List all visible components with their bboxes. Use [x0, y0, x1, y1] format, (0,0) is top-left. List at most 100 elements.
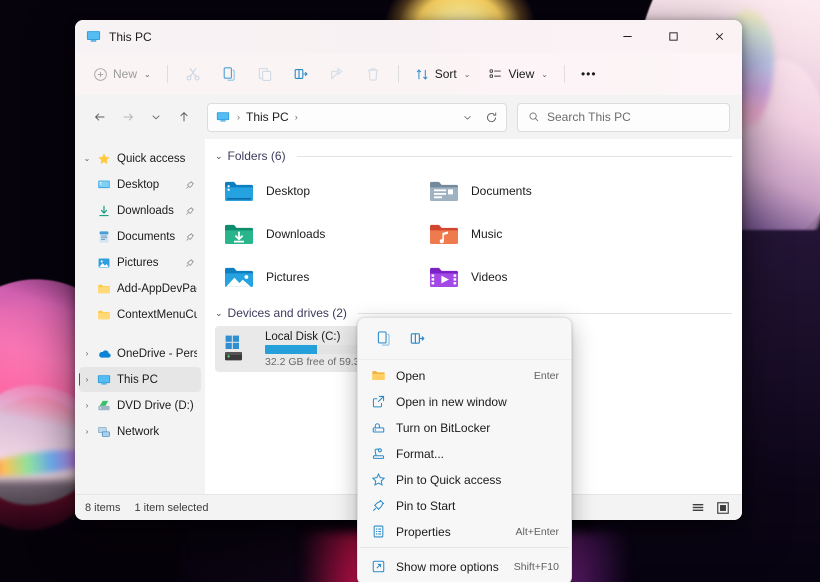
sidebar-item-dvd-drive[interactable]: › DVD Drive (D:) CCCOMA_ — [79, 393, 201, 418]
sidebar-item-add-appdevpackage[interactable]: Add-AppDevPackage — [79, 276, 201, 301]
search-box[interactable]: Search This PC — [517, 103, 730, 132]
chevron-down-icon[interactable]: ⌄ — [215, 308, 223, 319]
sidebar-item-desktop[interactable]: Desktop — [79, 172, 201, 197]
address-bar[interactable]: › This PC › — [207, 103, 507, 132]
context-menu-item-label: Open in new window — [396, 395, 507, 409]
desktop-folder-icon — [223, 175, 255, 207]
cut-button[interactable] — [176, 59, 210, 89]
maximize-button[interactable] — [650, 20, 696, 53]
context-menu-item-label: Pin to Start — [396, 499, 455, 513]
share-button[interactable] — [320, 59, 354, 89]
context-menu-icon-bar — [358, 318, 571, 360]
bitlocker-lock-icon — [370, 420, 386, 435]
pin-icon[interactable] — [185, 232, 197, 242]
delete-button[interactable] — [356, 59, 390, 89]
title-bar[interactable]: This PC — [75, 20, 742, 53]
rename-button[interactable] — [284, 59, 318, 89]
sidebar-item-label: Add-AppDevPackage — [117, 283, 197, 295]
chevron-right-icon[interactable]: › — [79, 349, 95, 358]
onedrive-icon — [95, 346, 113, 361]
context-menu-item-open-in-new-window[interactable]: Open in new window — [361, 389, 568, 414]
folder-tile[interactable]: Documents — [420, 169, 625, 212]
copy-button[interactable] — [368, 324, 398, 354]
folder-tile[interactable]: Downloads — [215, 212, 420, 255]
copy-icon — [375, 330, 392, 347]
recent-locations-button[interactable] — [143, 103, 169, 131]
sidebar-item-label: Network — [117, 426, 159, 438]
paste-button[interactable] — [248, 59, 282, 89]
ellipsis-icon: ••• — [581, 67, 597, 81]
details-view-icon[interactable] — [689, 499, 707, 517]
chevron-right-icon[interactable]: › — [79, 401, 95, 410]
context-menu-item-show-more-options[interactable]: Show more options Shift+F10 — [361, 554, 568, 579]
folders-grid: Desktop Documents — [215, 169, 742, 298]
context-menu-item-properties[interactable]: Properties Alt+Enter — [361, 519, 568, 544]
context-menu-item-label: Pin to Quick access — [396, 473, 501, 487]
search-icon — [528, 111, 540, 123]
sidebar-item-contextmenucustomizer[interactable]: ContextMenuCustomizer — [79, 302, 201, 327]
pin-icon[interactable] — [185, 206, 197, 216]
documents-folder-icon — [428, 175, 460, 207]
folder-tile[interactable]: Videos — [420, 255, 625, 298]
this-pc-monitor-icon — [216, 110, 230, 124]
item-count-label: 8 items — [85, 502, 120, 514]
open-folder-icon — [370, 368, 386, 383]
command-bar: New ⌄ — [75, 53, 742, 95]
rename-button[interactable] — [402, 324, 432, 354]
sidebar-item-pictures[interactable]: Pictures — [79, 250, 201, 275]
folder-tile[interactable]: Pictures — [215, 255, 420, 298]
chevron-down-icon: ⌄ — [464, 70, 471, 79]
context-menu-item-pin-to-start[interactable]: Pin to Start — [361, 493, 568, 518]
sidebar-item-quick-access[interactable]: ⌄ Quick access — [79, 146, 201, 171]
large-icons-view-icon[interactable] — [714, 499, 732, 517]
plus-circle-icon — [93, 67, 108, 82]
address-dropdown-button[interactable] — [456, 105, 478, 129]
drives-group-title: Devices and drives (2) — [228, 306, 347, 320]
new-button-label: New — [113, 67, 137, 81]
up-button[interactable] — [171, 103, 197, 131]
sidebar-item-onedrive[interactable]: › OneDrive - Personal — [79, 341, 201, 366]
see-more-button[interactable]: ••• — [573, 59, 605, 89]
forward-button[interactable] — [115, 103, 141, 131]
cut-icon — [185, 66, 201, 82]
context-menu-item-format[interactable]: Format... — [361, 441, 568, 466]
drive-capacity-fill — [265, 345, 317, 354]
refresh-button[interactable] — [480, 105, 502, 129]
breadcrumb-item[interactable]: This PC — [243, 110, 292, 124]
sort-button[interactable]: Sort ⌄ — [407, 59, 479, 89]
sidebar-item-documents[interactable]: Documents — [79, 224, 201, 249]
context-menu: Open Enter Open in new window Turn — [357, 317, 572, 582]
folders-group-header[interactable]: ⌄ Folders (6) — [215, 149, 742, 163]
new-window-icon — [370, 394, 386, 409]
sidebar-item-this-pc[interactable]: › This PC — [79, 367, 201, 392]
command-bar-separator-3 — [564, 65, 565, 83]
folder-tile[interactable]: Music — [420, 212, 625, 255]
view-button[interactable]: View ⌄ — [480, 59, 556, 89]
pin-icon[interactable] — [185, 180, 197, 190]
star-outline-icon — [370, 472, 386, 487]
chevron-right-icon[interactable]: › — [79, 375, 95, 384]
pin-icon[interactable] — [185, 258, 197, 268]
breadcrumb-separator-0: › — [234, 112, 243, 122]
search-input[interactable]: Search This PC — [547, 110, 631, 124]
folder-tile[interactable]: Desktop — [215, 169, 420, 212]
chevron-down-icon[interactable]: ⌄ — [79, 154, 95, 163]
back-button[interactable] — [87, 103, 113, 131]
sidebar-item-label: Downloads — [117, 205, 174, 217]
sidebar-item-network[interactable]: › Network — [79, 419, 201, 444]
new-button[interactable]: New ⌄ — [85, 59, 159, 89]
chevron-down-icon: ⌄ — [541, 70, 548, 79]
copy-button[interactable] — [212, 59, 246, 89]
breadcrumb-separator-1[interactable]: › — [292, 112, 301, 122]
pictures-icon — [95, 256, 113, 270]
context-menu-item-pin-to-quick-access[interactable]: Pin to Quick access — [361, 467, 568, 492]
close-button[interactable] — [696, 20, 742, 53]
window-title: This PC — [109, 30, 152, 44]
chevron-down-icon[interactable]: ⌄ — [215, 151, 223, 162]
context-menu-item-open[interactable]: Open Enter — [361, 363, 568, 388]
group-divider — [358, 313, 732, 314]
chevron-right-icon[interactable]: › — [79, 427, 95, 436]
context-menu-item-turn-on-bitlocker[interactable]: Turn on BitLocker — [361, 415, 568, 440]
sidebar-item-downloads[interactable]: Downloads — [79, 198, 201, 223]
minimize-button[interactable] — [604, 20, 650, 53]
